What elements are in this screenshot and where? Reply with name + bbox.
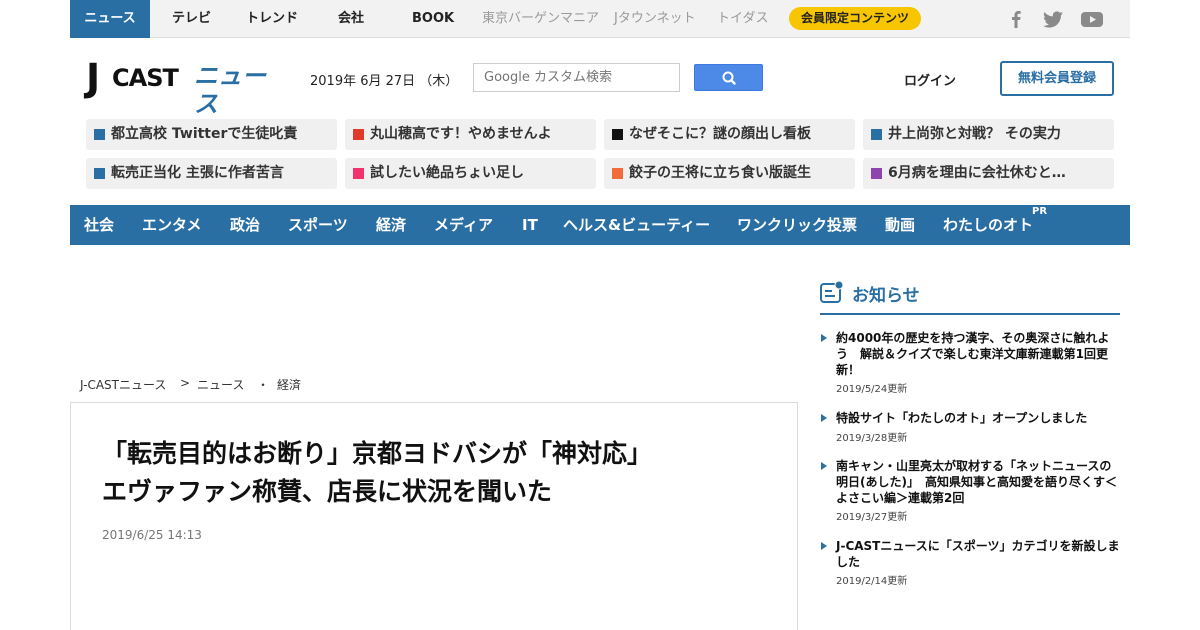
notice-text[interactable]: 南キャン・山里亮太が取材する「ネットニュースの明日(あした)」 高知県知事と高知… — [836, 458, 1120, 506]
chip-label: 丸山穂高です！やめませんよ — [370, 126, 552, 142]
trending-chip[interactable]: 井上尚弥と対戦？ その実力 — [863, 119, 1114, 150]
members-content-button[interactable]: 会員限定コンテンツ — [789, 7, 922, 30]
category-watashi-no-oto[interactable]: わたしのオト — [943, 205, 1033, 245]
chip-label: 餃子の王将に立ち食い版誕生 — [629, 165, 811, 181]
chip-label: 井上尚弥と対戦？ その実力 — [888, 126, 1061, 142]
category-it[interactable]: IT — [522, 205, 538, 245]
logo-cast: CAST — [112, 64, 179, 92]
trending-chip[interactable]: 都立高校 Twitterで生徒叱責 — [86, 119, 337, 150]
category-nav: 社会 エンタメ 政治 スポーツ 経済 メディア IT ヘルス&ビューティー ワン… — [70, 205, 1130, 245]
network-tab-bargain[interactable]: 東京バーゲンマニア — [482, 0, 599, 38]
breadcrumb-separator: ・ — [257, 378, 270, 392]
breadcrumb-section[interactable]: ニュース — [197, 376, 244, 393]
notices-title: お知らせ — [852, 286, 920, 306]
search-icon — [722, 71, 736, 85]
chip-color-square — [94, 168, 105, 179]
category-health-beauty[interactable]: ヘルス&ビューティー — [563, 205, 710, 245]
article-title: 「転売目的はお断り」京都ヨドバシが「神対応」 エヴァファン称賛、店長に状況を聞い… — [102, 435, 762, 511]
login-link[interactable]: ログイン — [904, 70, 956, 89]
article-title-line-1: 「転売目的はお断り」京都ヨドバシが「神対応」 — [102, 439, 653, 468]
notice-text[interactable]: J-CASTニュースに「スポーツ」カテゴリを新設しました — [836, 538, 1120, 570]
category-video[interactable]: 動画 — [885, 205, 915, 245]
network-tab-toidas[interactable]: トイダス — [717, 0, 768, 38]
category-sports[interactable]: スポーツ — [288, 205, 348, 245]
network-tab-trend[interactable]: トレンド — [246, 0, 298, 38]
chip-label: 6月病を理由に会社休むと… — [888, 165, 1066, 181]
register-button[interactable]: 無料会員登録 — [1000, 61, 1114, 96]
chip-color-square — [871, 168, 882, 179]
notice-date: 2019/3/28更新 — [836, 433, 908, 444]
notice-icon — [820, 280, 844, 303]
logo-news: ニュース — [194, 62, 266, 118]
notice-date: 2019/3/27更新 — [836, 512, 908, 523]
trending-chip[interactable]: 餃子の王将に立ち食い版誕生 — [604, 158, 855, 189]
search-input[interactable] — [473, 63, 680, 92]
breadcrumb-separator: > — [180, 376, 191, 390]
notice-date: 2019/5/24更新 — [836, 384, 908, 395]
arrow-right-icon — [821, 414, 827, 422]
chip-color-square — [612, 129, 623, 140]
trending-chip[interactable]: なぜそこに？謎の顔出し看板 — [604, 119, 855, 150]
category-media[interactable]: メディア — [434, 205, 493, 245]
facebook-icon[interactable] — [1005, 9, 1027, 29]
chip-label: 試したい絶品ちょい足し — [370, 165, 524, 181]
trending-chip[interactable]: 転売正当化 主張に作者苦言 — [86, 158, 337, 189]
category-politics[interactable]: 政治 — [230, 205, 260, 245]
trending-chip[interactable]: 丸山穂高です！やめませんよ — [345, 119, 596, 150]
breadcrumb-home[interactable]: J-CASTニュース — [80, 376, 166, 393]
site-logo[interactable]: J CAST ニュース — [86, 56, 282, 118]
chip-color-square — [612, 168, 623, 179]
youtube-icon[interactable] — [1080, 9, 1104, 29]
network-tab-news[interactable]: ニュース — [70, 0, 150, 38]
trending-chip[interactable]: 試したい絶品ちょい足し — [345, 158, 596, 189]
article-datetime: 2019/6/25 14:13 — [102, 528, 202, 542]
category-one-click-vote[interactable]: ワンクリック投票 — [737, 205, 857, 245]
network-tab-jtown[interactable]: Jタウンネット — [614, 0, 696, 38]
chip-color-square — [871, 129, 882, 140]
notice-text[interactable]: 約4000年の歴史を持つ漢字、その奥深さに触れよう 解説＆クイズで楽しむ東洋文庫… — [836, 330, 1120, 378]
notice-text[interactable]: 特設サイト「わたしのオト」オープンしました — [836, 410, 1120, 426]
article-title-line-2: エヴァファン称賛、店長に状況を聞いた — [102, 477, 553, 506]
category-economy[interactable]: 経済 — [376, 205, 406, 245]
category-entame[interactable]: エンタメ — [142, 205, 202, 245]
network-tab-tv[interactable]: テレビ — [172, 0, 211, 38]
pr-badge: PR — [1032, 206, 1048, 217]
twitter-icon[interactable] — [1042, 9, 1064, 29]
network-bar: ニュース テレビ トレンド 会社 BOOK 東京バーゲンマニア Jタウンネット … — [70, 0, 1130, 38]
arrow-right-icon — [821, 334, 827, 342]
chip-label: 都立高校 Twitterで生徒叱責 — [111, 126, 298, 142]
network-tab-book[interactable]: BOOK — [412, 0, 454, 38]
trending-chip[interactable]: 6月病を理由に会社休むと… — [863, 158, 1114, 189]
arrow-right-icon — [821, 462, 827, 470]
logo-j: J — [86, 56, 101, 100]
chip-label: 転売正当化 主張に作者苦言 — [111, 165, 284, 181]
chip-color-square — [353, 168, 364, 179]
arrow-right-icon — [821, 542, 827, 550]
notices-header: お知らせ — [820, 278, 1120, 315]
category-society[interactable]: 社会 — [84, 205, 114, 245]
network-tab-company[interactable]: 会社 — [338, 0, 364, 38]
chip-color-square — [94, 129, 105, 140]
chip-color-square — [353, 129, 364, 140]
chip-label: なぜそこに？謎の顔出し看板 — [629, 126, 811, 142]
current-date: 2019年 6月 27日 （木） — [310, 74, 459, 89]
article-card: 「転売目的はお断り」京都ヨドバシが「神対応」 エヴァファン称賛、店長に状況を聞い… — [70, 402, 798, 630]
notice-date: 2019/2/14更新 — [836, 576, 908, 587]
breadcrumb-category[interactable]: 経済 — [277, 376, 301, 393]
search-button[interactable] — [694, 64, 763, 91]
